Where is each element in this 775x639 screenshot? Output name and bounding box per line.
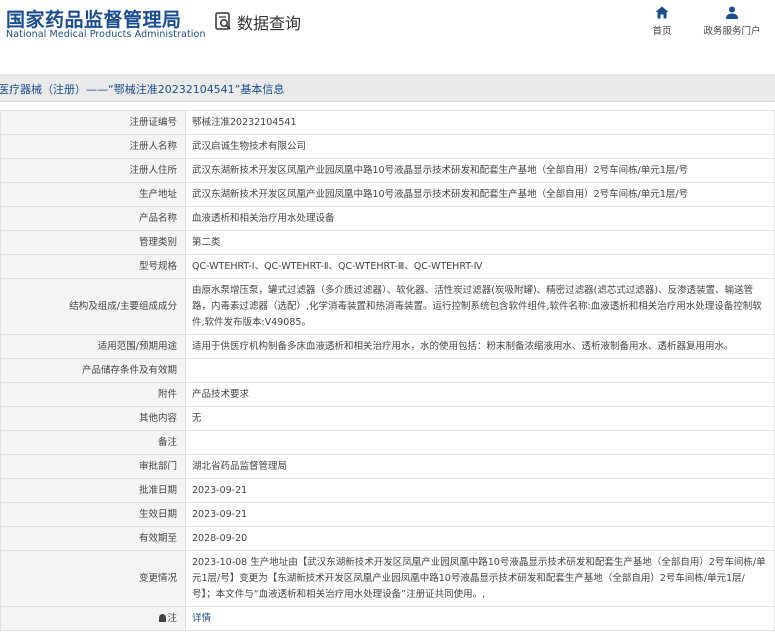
table-row: 备注 bbox=[0, 430, 775, 455]
table-row: 产品名称 血液透析和相关治疗用水处理设备 bbox=[0, 206, 775, 231]
field-label: 型号规格 bbox=[0, 254, 186, 279]
field-label: 产品名称 bbox=[0, 206, 186, 231]
field-value: 武汉东湖新技术开发区凤凰产业园凤凰中路10号液晶显示技术研发和配套生产基地（全部… bbox=[185, 158, 775, 183]
user-icon bbox=[726, 6, 738, 19]
field-label: 注 bbox=[167, 612, 177, 624]
logo-title[interactable]: 国家药品监督管理局 bbox=[6, 5, 182, 32]
data-query-heading: 数据查询 bbox=[215, 10, 301, 34]
field-label: 批准日期 bbox=[0, 478, 186, 503]
table-row: 批准日期 2023-09-21 bbox=[0, 478, 775, 503]
field-value: 产品技术要求 bbox=[185, 382, 775, 407]
logo-subtitle[interactable]: National Medical Products Administration bbox=[6, 29, 206, 40]
field-label: 生效日期 bbox=[0, 502, 186, 527]
field-value: 湖北省药品监督管理局 bbox=[185, 454, 775, 479]
field-value: 适用于供医疗机构制备多床血液透析和相关治疗用水，水的使用包括：粉末制备浓缩液用水… bbox=[185, 334, 775, 359]
field-value: 由原水泵增压泵，罐式过滤器（多介质过滤器）、软化器、活性炭过滤器(炭吸附罐)、精… bbox=[185, 278, 775, 335]
table-row: 其他内容 无 bbox=[0, 406, 775, 431]
field-value: 2028-09-20 bbox=[185, 526, 775, 551]
field-value: 2023-10-08 生产地址由【武汉东湖新技术开发区凤凰产业园凤凰中路10号液… bbox=[185, 550, 775, 607]
details-link[interactable]: 详情 bbox=[192, 613, 211, 624]
table-row: 有效期至 2028-09-20 bbox=[0, 526, 775, 551]
table-row: 注 详情 bbox=[0, 606, 775, 631]
field-label: 注册人住所 bbox=[0, 158, 186, 183]
table-row: 注册人住所 武汉东湖新技术开发区凤凰产业园凤凰中路10号液晶显示技术研发和配套生… bbox=[0, 158, 775, 183]
field-value: 鄂械注准20232104541 bbox=[185, 110, 775, 135]
field-value: 第二类 bbox=[185, 230, 775, 255]
table-row: 产品储存条件及有效期 bbox=[0, 358, 775, 383]
nav-home-label: 首页 bbox=[652, 26, 672, 37]
record-title-bar: 医疗器械（注册）——“鄂械注准20232104541”基本信息 bbox=[0, 74, 775, 102]
field-value: QC-WTEHRT-Ⅰ、QC-WTEHRT-Ⅱ、QC-WTEHRT-Ⅲ、QC-W… bbox=[185, 254, 775, 279]
table-row: 注册证编号 鄂械注准20232104541 bbox=[0, 110, 775, 135]
field-label: 变更情况 bbox=[0, 550, 186, 607]
field-label: 管理类别 bbox=[0, 230, 186, 255]
table-row: 适用范围/预期用途 适用于供医疗机构制备多床血液透析和相关治疗用水，水的使用包括… bbox=[0, 334, 775, 359]
table-row: 结构及组成/主要组成成分 由原水泵增压泵，罐式过滤器（多介质过滤器）、软化器、活… bbox=[0, 278, 775, 335]
field-label: 结构及组成/主要组成成分 bbox=[0, 278, 186, 335]
field-label: 其他内容 bbox=[0, 406, 186, 431]
field-label: 注册证编号 bbox=[0, 110, 186, 135]
field-label: 注册人名称 bbox=[0, 134, 186, 159]
field-value bbox=[185, 430, 775, 455]
nav-home[interactable]: 首页 bbox=[648, 6, 676, 37]
field-value: 血液透析和相关治疗用水处理设备 bbox=[185, 206, 775, 231]
field-value: 2023-09-21 bbox=[185, 502, 775, 527]
field-value: 2023-09-21 bbox=[185, 478, 775, 503]
field-label: 有效期至 bbox=[0, 526, 186, 551]
note-label-cell: 注 bbox=[0, 606, 186, 631]
table-row: 附件 产品技术要求 bbox=[0, 382, 775, 407]
field-label: 生产地址 bbox=[0, 182, 186, 207]
field-label: 适用范围/预期用途 bbox=[0, 334, 186, 359]
field-label: 产品储存条件及有效期 bbox=[0, 358, 186, 383]
table-row: 审批部门 湖北省药品监督管理局 bbox=[0, 454, 775, 479]
table-row: 生产地址 武汉东湖新技术开发区凤凰产业园凤凰中路10号液晶显示技术研发和配套生产… bbox=[0, 182, 775, 207]
registration-info-table: 注册证编号 鄂械注准20232104541 注册人名称 武汉启诚生物技术有限公司… bbox=[0, 110, 775, 631]
field-value: 无 bbox=[185, 406, 775, 431]
field-value-cell: 详情 bbox=[185, 606, 775, 631]
nav-service-portal[interactable]: 政务服务门户 bbox=[700, 6, 764, 37]
nav-service-portal-label: 政务服务门户 bbox=[703, 26, 761, 37]
data-query-title: 数据查询 bbox=[237, 14, 302, 33]
field-label: 备注 bbox=[0, 430, 186, 455]
field-label: 附件 bbox=[0, 382, 186, 407]
field-value bbox=[185, 358, 775, 383]
search-document-icon bbox=[215, 12, 231, 30]
record-title: 医疗器械（注册）——“鄂械注准20232104541”基本信息 bbox=[0, 83, 285, 96]
home-icon bbox=[655, 6, 669, 19]
table-row: 生效日期 2023-09-21 bbox=[0, 502, 775, 527]
table-row: 变更情况 2023-10-08 生产地址由【武汉东湖新技术开发区凤凰产业园凤凰中… bbox=[0, 550, 775, 607]
field-label: 审批部门 bbox=[0, 454, 186, 479]
field-value: 武汉启诚生物技术有限公司 bbox=[185, 134, 775, 159]
field-value: 武汉东湖新技术开发区凤凰产业园凤凰中路10号液晶显示技术研发和配套生产基地（全部… bbox=[185, 182, 775, 207]
table-row: 管理类别 第二类 bbox=[0, 230, 775, 255]
site-header: 国家药品监督管理局 National Medical Products Admi… bbox=[0, 0, 775, 52]
table-row: 型号规格 QC-WTEHRT-Ⅰ、QC-WTEHRT-Ⅱ、QC-WTEHRT-Ⅲ… bbox=[0, 254, 775, 279]
note-icon bbox=[159, 613, 167, 622]
table-row: 注册人名称 武汉启诚生物技术有限公司 bbox=[0, 134, 775, 159]
